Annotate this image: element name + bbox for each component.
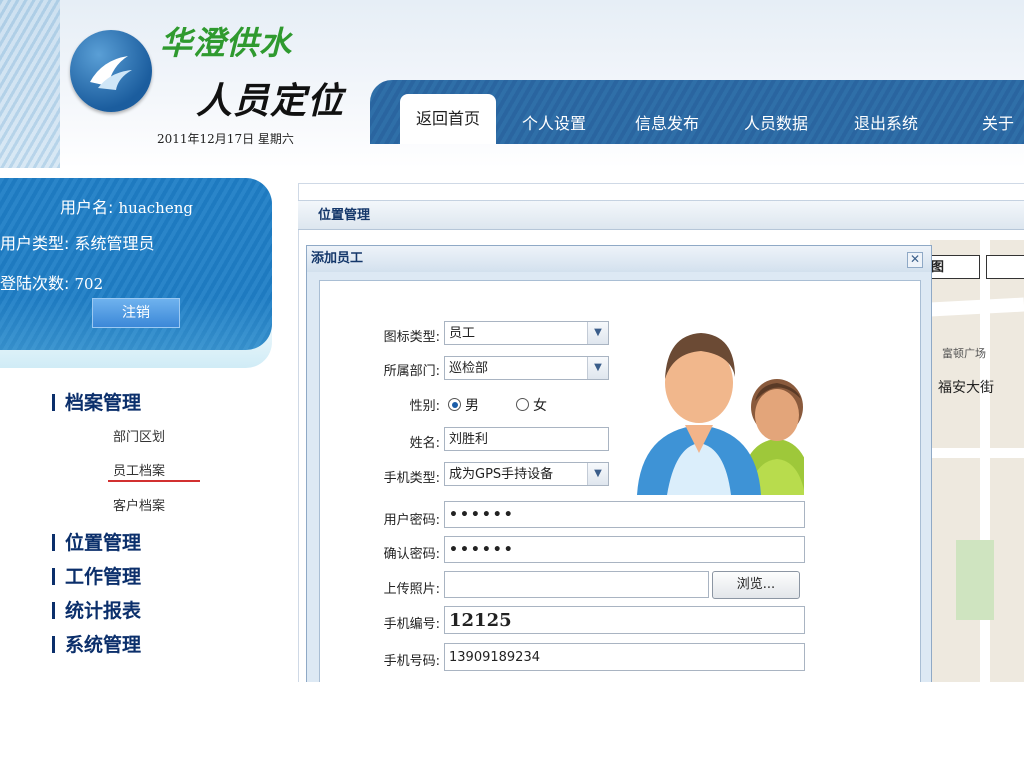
menu-system-management[interactable]: 系统管理: [52, 630, 141, 657]
header-decoration: [0, 0, 60, 168]
chevron-down-icon: ▼: [587, 322, 608, 344]
map-label-plaza: 富顿广场: [942, 347, 986, 360]
map-toolbar-box[interactable]: [986, 255, 1024, 279]
menu-item-employee-records[interactable]: 员工档案: [113, 460, 165, 479]
photo-upload-label: 上传照片:: [383, 582, 440, 597]
app: 华澄供水 人员定位 2011年12月17日 星期六 返回首页 个人设置 信息发布…: [0, 0, 1024, 682]
confirm-password-label: 确认密码:: [383, 547, 440, 562]
chevron-down-icon: ▼: [587, 357, 608, 379]
nav-exit-system[interactable]: 退出系统: [854, 104, 918, 144]
menu-location-management[interactable]: 位置管理: [52, 528, 141, 555]
usertype-value: 系统管理员: [74, 234, 155, 253]
brand-name: 华澄供水: [160, 24, 293, 62]
username-value: huacheng: [118, 199, 193, 217]
confirm-password-field[interactable]: ••••••: [444, 536, 805, 563]
icon-type-select[interactable]: 员工 ▼: [444, 321, 609, 345]
phone-id-label: 手机编号:: [383, 617, 440, 632]
department-select[interactable]: 巡检部 ▼: [444, 356, 609, 380]
phone-id-field[interactable]: 12125: [444, 606, 805, 634]
close-icon[interactable]: ✕: [907, 252, 923, 268]
menu-label: 工作管理: [65, 566, 142, 588]
top-nav: 返回首页 个人设置 信息发布 人员数据 退出系统 关于: [370, 80, 1024, 144]
menu-bullet: [52, 636, 55, 653]
nav-about[interactable]: 关于: [982, 104, 1014, 144]
menu-statistics-reports[interactable]: 统计报表: [52, 596, 141, 623]
panel-title: 位置管理: [298, 200, 1024, 230]
usertype-row: 用户类型: 系统管理员: [0, 230, 260, 254]
dialog-title: 添加员工: [307, 246, 931, 272]
map-road: [930, 448, 1024, 458]
gender-radio-male[interactable]: 男: [448, 395, 479, 415]
gender-option-label: 男: [465, 398, 479, 414]
chevron-down-icon: ▼: [587, 463, 608, 485]
nav-home[interactable]: 返回首页: [400, 94, 497, 144]
employee-photo: [627, 321, 813, 495]
phone-type-select[interactable]: 成为GPS手持设备 ▼: [444, 462, 609, 486]
usertype-label: 用户类型:: [0, 234, 70, 253]
phone-type-value: 成为GPS手持设备: [449, 467, 554, 482]
phone-number-label: 手机号码:: [383, 654, 440, 669]
menu-bullet: [52, 602, 55, 619]
menu-archive-management[interactable]: 档案管理: [52, 388, 141, 415]
nav-personnel-data[interactable]: 人员数据: [744, 104, 808, 144]
username-label: 用户名:: [60, 198, 114, 217]
department-label: 所属部门:: [383, 364, 440, 379]
logo-icon: [70, 30, 152, 112]
menu-bullet: [52, 568, 55, 585]
app-title: 人员定位: [196, 81, 345, 122]
name-label: 姓名:: [409, 436, 440, 451]
nav-personal-settings[interactable]: 个人设置: [522, 104, 586, 144]
gender-radio-female[interactable]: 女: [516, 395, 547, 415]
header: 华澄供水 人员定位 2011年12月17日 星期六 返回首页 个人设置 信息发布…: [0, 0, 1024, 168]
photo-upload-field[interactable]: [444, 571, 709, 598]
menu-bullet: [52, 534, 55, 551]
login-count-row: 登陆次数: 702: [0, 270, 260, 294]
icon-type-value: 员工: [449, 326, 476, 341]
browse-button[interactable]: 浏览...: [712, 571, 800, 599]
map-view[interactable]: 富顿广场 福安大街: [930, 240, 1024, 682]
menu-label: 位置管理: [65, 532, 142, 554]
radio-selected-icon: [448, 398, 461, 411]
logout-button[interactable]: 注销: [92, 298, 180, 328]
menu-label: 档案管理: [65, 392, 142, 414]
login-count-label: 登陆次数:: [0, 274, 70, 293]
menu-item-department-zoning[interactable]: 部门区划: [113, 426, 165, 445]
name-field[interactable]: 刘胜利: [444, 427, 609, 451]
nav-publish-info[interactable]: 信息发布: [635, 104, 699, 144]
login-count-value: 702: [74, 275, 104, 293]
map-label-street: 福安大街: [938, 380, 994, 396]
map-park: [956, 540, 994, 620]
username-row: 用户名: huacheng: [0, 194, 260, 218]
phone-type-label: 手机类型:: [383, 471, 440, 486]
gender-label: 性别:: [409, 399, 440, 414]
map-toolbar-box[interactable]: 图: [928, 255, 980, 279]
password-label: 用户密码:: [383, 513, 440, 528]
icon-type-label: 图标类型:: [383, 330, 440, 345]
map-road: [930, 297, 1024, 317]
menu-item-customer-records[interactable]: 客户档案: [113, 495, 165, 514]
radio-unselected-icon: [516, 398, 529, 411]
menu-bullet: [52, 394, 55, 411]
password-field[interactable]: ••••••: [444, 501, 805, 528]
department-value: 巡检部: [449, 361, 489, 376]
menu-label: 系统管理: [65, 634, 142, 656]
gender-option-label: 女: [533, 398, 547, 414]
menu-label: 统计报表: [65, 600, 142, 622]
menu-work-management[interactable]: 工作管理: [52, 562, 141, 589]
phone-number-field[interactable]: 13909189234: [444, 643, 805, 671]
selected-indicator: [108, 480, 200, 482]
current-date: 2011年12月17日 星期六: [157, 132, 294, 146]
